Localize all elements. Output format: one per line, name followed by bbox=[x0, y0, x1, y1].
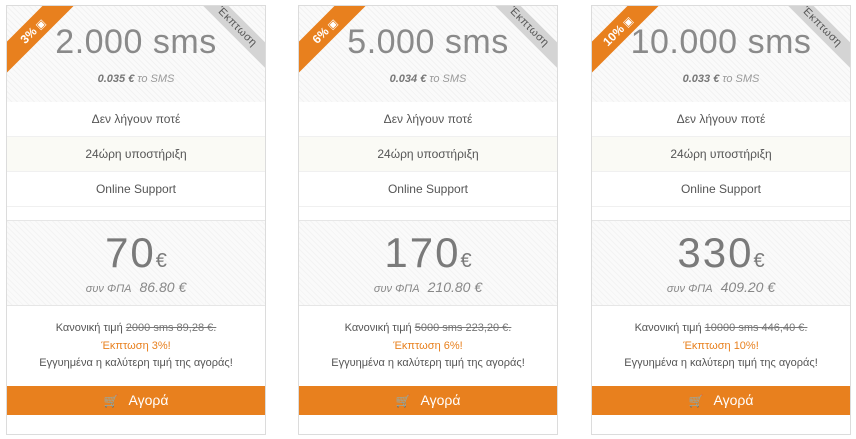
sms-unit: sms bbox=[152, 23, 217, 61]
cart-icon: 🛒 bbox=[395, 394, 411, 408]
pricing-card: 6%▣ Έκπτωση 5.000 sms 0.034 € το SMS Δεν … bbox=[298, 5, 558, 435]
per-sms-rate: 0.033 € το SMS bbox=[592, 73, 850, 85]
rate-suffix: το SMS bbox=[137, 73, 175, 85]
sms-count: 10.000 bbox=[630, 23, 738, 61]
regular-price: Κανονική τιμή 10000 sms 446,40 €. bbox=[592, 322, 850, 334]
package-title: 2.000 sms bbox=[7, 23, 265, 62]
vat-label: συν ΦΠΑ bbox=[373, 283, 420, 295]
pricing-card: 10%▣ Έκπτωση 10.000 sms 0.033 € το SMS Δε… bbox=[591, 5, 851, 435]
per-sms-rate: 0.034 € το SMS bbox=[299, 73, 557, 85]
rate-suffix: το SMS bbox=[722, 73, 760, 85]
buy-label: Αγορά bbox=[420, 392, 461, 408]
sms-count: 2.000 bbox=[55, 23, 143, 61]
card-header: 10%▣ Έκπτωση 10.000 sms 0.033 € το SMS bbox=[592, 6, 850, 103]
package-title: 5.000 sms bbox=[299, 23, 557, 62]
feature-row: 24ώρη υποστήριξη bbox=[7, 137, 265, 172]
regular-price: Κανονική τιμή 2000 sms 89,28 €. bbox=[7, 322, 265, 334]
buy-label: Αγορά bbox=[128, 392, 169, 408]
feature-row: Δεν λήγουν ποτέ bbox=[592, 102, 850, 137]
vat-price: 409.20 € bbox=[720, 279, 776, 295]
regular-price-value: 10000 sms 446,40 €. bbox=[704, 322, 808, 334]
feature-row: 24ώρη υποστήριξη bbox=[592, 137, 850, 172]
price-with-vat: συν ΦΠΑ 409.20 € bbox=[592, 279, 850, 295]
package-title: 10.000 sms bbox=[592, 23, 850, 62]
regular-price-label: Κανονική τιμή bbox=[634, 322, 702, 334]
vat-price: 86.80 € bbox=[139, 279, 187, 295]
price-value: 170 bbox=[384, 229, 461, 276]
feature-row: Online Support bbox=[299, 172, 557, 207]
feature-row: Online Support bbox=[7, 172, 265, 207]
feature-row: Δεν λήγουν ποτέ bbox=[7, 102, 265, 137]
rate-value: 0.033 € bbox=[682, 73, 720, 85]
rate-suffix: το SMS bbox=[429, 73, 467, 85]
price-amount: 70€ bbox=[7, 229, 265, 277]
buy-label: Αγορά bbox=[713, 392, 754, 408]
price-block: 330€ συν ΦΠΑ 409.20 € bbox=[592, 220, 850, 306]
price-value: 70 bbox=[105, 229, 156, 276]
discount-text: Έκπτωση 3%! bbox=[101, 340, 171, 352]
price-block: 170€ συν ΦΠΑ 210.80 € bbox=[299, 220, 557, 306]
card-header: 3%▣ Έκπτωση 2.000 sms 0.035 € το SMS bbox=[7, 6, 265, 103]
price-value: 330 bbox=[677, 229, 754, 276]
feature-row: 24ώρη υποστήριξη bbox=[299, 137, 557, 172]
discount-text: Έκπτωση 6%! bbox=[393, 340, 463, 352]
regular-price: Κανονική τιμή 5000 sms 223,20 €. bbox=[299, 322, 557, 334]
vat-label: συν ΦΠΑ bbox=[85, 283, 132, 295]
price-block: 70€ συν ΦΠΑ 86.80 € bbox=[7, 220, 265, 306]
price-amount: 330€ bbox=[592, 229, 850, 277]
price-amount: 170€ bbox=[299, 229, 557, 277]
price-currency: € bbox=[460, 250, 472, 272]
cart-icon: 🛒 bbox=[688, 394, 704, 408]
feature-row: Online Support bbox=[592, 172, 850, 207]
buy-button[interactable]: 🛒 Αγορά bbox=[7, 386, 265, 415]
per-sms-rate: 0.035 € το SMS bbox=[7, 73, 265, 85]
buy-button[interactable]: 🛒 Αγορά bbox=[299, 386, 557, 415]
sms-unit: sms bbox=[444, 23, 509, 61]
sms-count: 5.000 bbox=[347, 23, 435, 61]
pricing-card: 3%▣ Έκπτωση 2.000 sms 0.035 € το SMS Δεν … bbox=[6, 5, 266, 435]
best-price-guarantee: Εγγυημένα η καλύτερη τιμή της αγοράς! bbox=[331, 357, 525, 369]
rate-value: 0.035 € bbox=[97, 73, 135, 85]
sms-unit: sms bbox=[747, 23, 812, 61]
discount-text: Έκπτωση 10%! bbox=[683, 340, 759, 352]
price-currency: € bbox=[753, 250, 765, 272]
card-header: 6%▣ Έκπτωση 5.000 sms 0.034 € το SMS bbox=[299, 6, 557, 103]
price-currency: € bbox=[155, 250, 167, 272]
vat-label: συν ΦΠΑ bbox=[666, 283, 713, 295]
regular-price-value: 2000 sms 89,28 €. bbox=[125, 322, 217, 334]
price-with-vat: συν ΦΠΑ 86.80 € bbox=[7, 279, 265, 295]
best-price-guarantee: Εγγυημένα η καλύτερη τιμή της αγοράς! bbox=[39, 357, 233, 369]
rate-value: 0.034 € bbox=[389, 73, 427, 85]
regular-price-label: Κανονική τιμή bbox=[344, 322, 412, 334]
price-with-vat: συν ΦΠΑ 210.80 € bbox=[299, 279, 557, 295]
regular-price-label: Κανονική τιμή bbox=[55, 322, 123, 334]
cart-icon: 🛒 bbox=[103, 394, 119, 408]
buy-button[interactable]: 🛒 Αγορά bbox=[592, 386, 850, 415]
feature-row: Δεν λήγουν ποτέ bbox=[299, 102, 557, 137]
best-price-guarantee: Εγγυημένα η καλύτερη τιμή της αγοράς! bbox=[624, 357, 818, 369]
regular-price-value: 5000 sms 223,20 €. bbox=[414, 322, 512, 334]
vat-price: 210.80 € bbox=[427, 279, 483, 295]
